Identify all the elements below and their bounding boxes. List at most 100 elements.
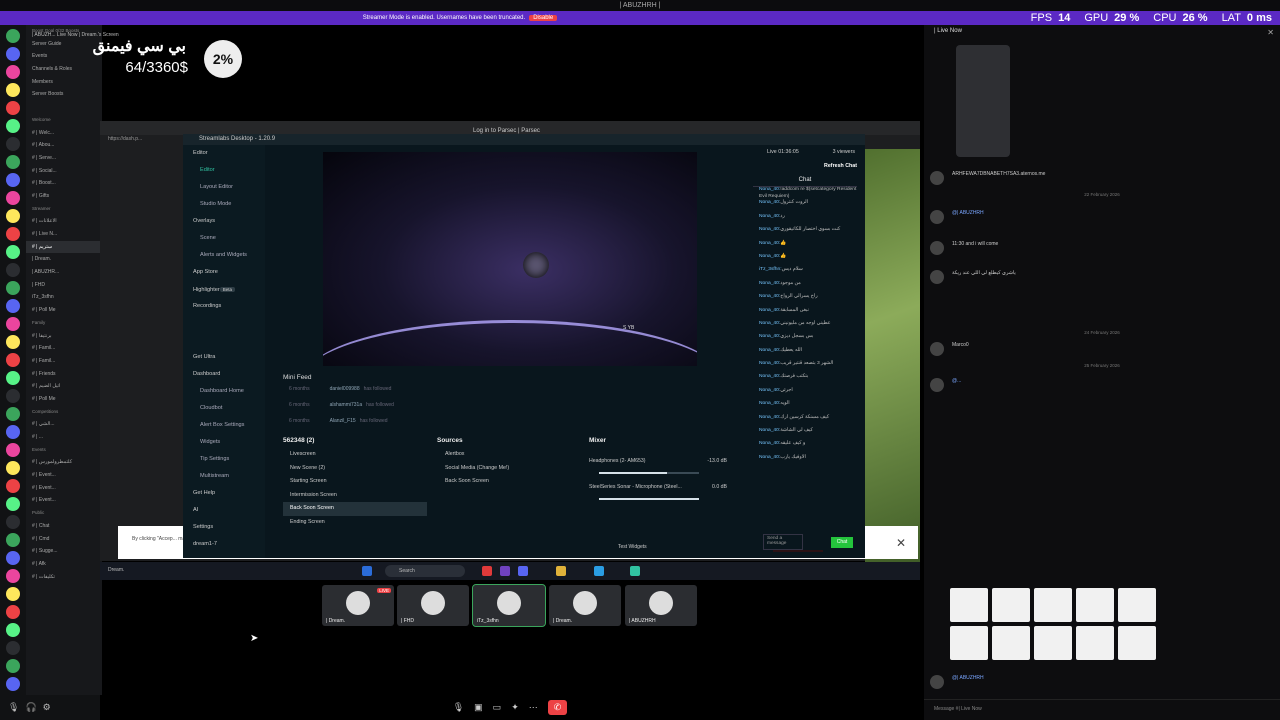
nav-item[interactable]: Layout Editor [183, 179, 265, 196]
chat-username[interactable]: Nona_40: [759, 441, 780, 446]
close-icon[interactable]: ✕ [1267, 28, 1274, 37]
source-item[interactable]: Alertbox [437, 448, 587, 462]
nav-item[interactable]: Widgets [183, 434, 265, 451]
channel-item[interactable]: # | Event... [26, 469, 102, 482]
source-item[interactable]: Social Media (Change Me!) [437, 462, 587, 476]
nav-item[interactable]: dream1-7 [183, 536, 265, 553]
windows-start-icon[interactable] [362, 566, 372, 576]
server-icon[interactable] [6, 227, 20, 241]
server-icon[interactable] [6, 677, 20, 691]
chat-username[interactable]: Nona_40: [759, 281, 780, 286]
chat-tab[interactable]: Chat [753, 177, 857, 187]
avatar[interactable] [930, 210, 944, 224]
chat-username[interactable]: Nona_40: [759, 415, 780, 420]
tool-thumbnail[interactable] [950, 626, 988, 660]
avatar[interactable] [930, 342, 944, 356]
channel-item[interactable]: # | الاعلانات [26, 215, 102, 228]
server-icon[interactable] [6, 533, 20, 547]
scene-item[interactable]: Back Soon Screen [283, 502, 427, 516]
channel-item[interactable]: # | Serve... [26, 152, 102, 165]
chat-username[interactable]: Nona_40: [759, 294, 780, 299]
server-icon[interactable] [6, 515, 20, 529]
nav-item[interactable]: Alerts and Widgets [183, 247, 265, 264]
avatar[interactable] [930, 171, 944, 185]
server-icon[interactable] [6, 335, 20, 349]
chat-username[interactable]: iTz_3sfhn: [759, 267, 782, 272]
server-icon[interactable] [6, 605, 20, 619]
chat-username[interactable]: Nona_40: [759, 348, 780, 353]
channel-item[interactable]: # | Poll Me [26, 393, 102, 406]
server-icon[interactable] [6, 407, 20, 421]
browser-tab[interactable]: https://dash.p... [108, 136, 142, 148]
server-icon[interactable] [6, 623, 20, 637]
channel-item[interactable]: # | Cmd [26, 533, 102, 546]
nav-item[interactable]: Alert Box Settings [183, 417, 265, 434]
participant-tile[interactable]: | ABUZHRH [625, 585, 697, 626]
participant-tile[interactable]: iTz_3sfhn [472, 584, 546, 627]
server-icon[interactable] [6, 155, 20, 169]
server-icon[interactable] [6, 443, 20, 457]
mic-icon[interactable]: 🎙 [8, 702, 19, 713]
server-icon[interactable] [6, 299, 20, 313]
channel-item[interactable]: | FHD [26, 279, 102, 292]
scene-item[interactable]: Livescreen [283, 448, 427, 462]
channel-item[interactable]: # | Event... [26, 494, 102, 507]
avatar[interactable] [930, 270, 944, 284]
channel-item[interactable]: iTz_3sfhn [26, 291, 102, 304]
chat-username[interactable]: Nona_40: [759, 334, 780, 339]
server-icon[interactable] [6, 371, 20, 385]
avatar[interactable] [930, 378, 944, 392]
nav-item[interactable]: Highlighter Beta [183, 281, 265, 298]
taskbar-search[interactable]: Search [385, 565, 465, 577]
chat-username[interactable]: Nona_40: [759, 308, 780, 313]
server-icon[interactable] [6, 425, 20, 439]
gear-icon[interactable]: ⚙ [43, 702, 51, 713]
tool-thumbnail[interactable] [1034, 588, 1072, 622]
nav-item[interactable]: Overlays [183, 213, 265, 230]
server-icon[interactable] [6, 137, 20, 151]
close-icon[interactable]: ✕ [896, 536, 906, 550]
chat-username[interactable]: Nona_40: [759, 374, 780, 379]
channel-item[interactable]: # | الشي... [26, 418, 102, 431]
tool-thumbnail[interactable] [1118, 588, 1156, 622]
chat-send-button[interactable]: Chat [831, 537, 853, 548]
chat-username[interactable]: Nona_40: [759, 388, 780, 393]
channel-item[interactable]: # | برنتيفا [26, 330, 102, 343]
message-input[interactable]: Message #| Live Now [924, 699, 1280, 720]
app-icon[interactable] [500, 566, 510, 576]
tool-thumbnail[interactable] [992, 588, 1030, 622]
tool-thumbnail[interactable] [992, 626, 1030, 660]
server-icon[interactable] [6, 317, 20, 331]
chat-username[interactable]: Nona_40: [759, 455, 780, 460]
avatar[interactable] [930, 241, 944, 255]
channel-item[interactable]: # | Friends [26, 368, 102, 381]
channel-item[interactable]: # | Gifts [26, 190, 102, 203]
server-icon[interactable] [6, 83, 20, 97]
streamlabs-icon[interactable] [630, 566, 640, 576]
nav-item[interactable]: Editor [183, 145, 265, 162]
avatar[interactable] [930, 675, 944, 689]
server-icon[interactable] [6, 479, 20, 493]
channel-item[interactable]: # | Sugge... [26, 545, 102, 558]
nav-item[interactable]: App Store [183, 264, 265, 281]
channel-item[interactable]: # | Event... [26, 482, 102, 495]
screen-icon[interactable]: ▭ [493, 702, 502, 713]
chat-username[interactable]: Nona_40: [759, 241, 780, 246]
channel-item[interactable]: # | Social... [26, 165, 102, 178]
more-icon[interactable]: ⋯ [529, 702, 538, 713]
chat-username[interactable]: Nona_40: [759, 200, 780, 205]
channel-item[interactable]: # | تكليفات [26, 571, 102, 584]
server-icon[interactable] [6, 497, 20, 511]
nav-item[interactable]: Dashboard [183, 366, 265, 383]
chat-input[interactable]: Send a message [763, 534, 803, 550]
folder-icon[interactable] [556, 566, 566, 576]
nav-item[interactable]: Get Help [183, 485, 265, 502]
channel-item[interactable]: # | اتيل الضيم [26, 380, 102, 393]
participant-tile[interactable]: | FHD [397, 585, 469, 626]
nav-item[interactable]: Recordings [183, 298, 265, 315]
nav-item[interactable]: Tip Settings [183, 451, 265, 468]
server-icon[interactable] [6, 47, 20, 61]
server-icon[interactable] [6, 551, 20, 565]
tool-thumbnail[interactable] [950, 588, 988, 622]
refresh-chat-button[interactable]: Refresh Chat [824, 163, 857, 169]
